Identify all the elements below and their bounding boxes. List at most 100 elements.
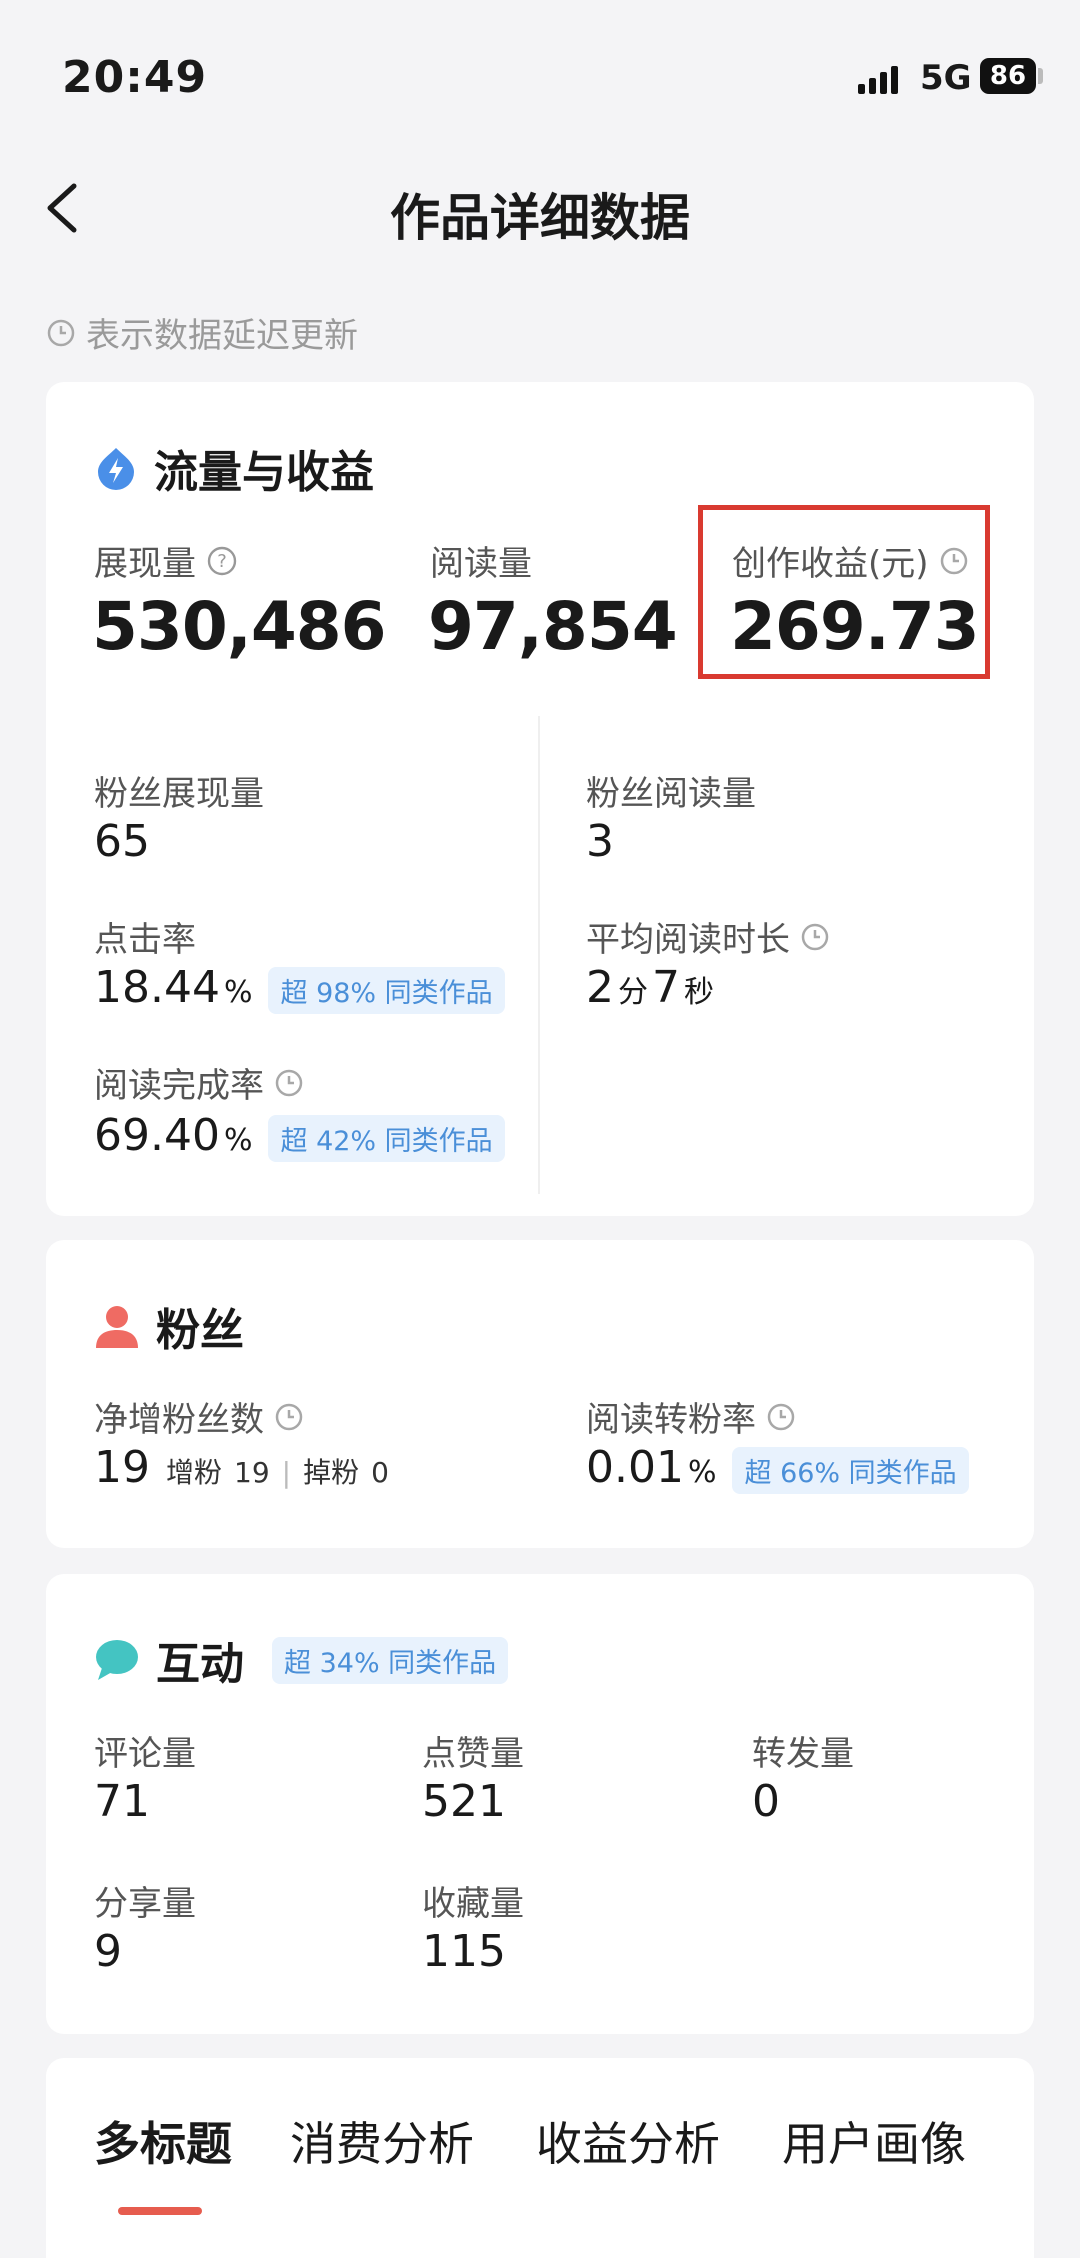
ctr-label-text: 点击率 bbox=[94, 920, 196, 960]
net-gain-label: 净增粉丝数 bbox=[94, 1392, 304, 1441]
tab-user-profile[interactable]: 用户画像 bbox=[782, 2108, 966, 2174]
reads-label-text: 阅读量 bbox=[430, 544, 532, 584]
favorites-value: 115 bbox=[422, 1926, 506, 1977]
svg-text:?: ? bbox=[217, 551, 227, 572]
active-tab-indicator bbox=[118, 2207, 202, 2215]
fan-reads-label: 粉丝阅读量 bbox=[586, 766, 756, 815]
avg-read-label: 平均阅读时长 bbox=[586, 912, 830, 961]
conversion-unit: % bbox=[687, 1455, 717, 1490]
completion-badge: 超 42% 同类作品 bbox=[268, 1115, 505, 1162]
traffic-section-title: 流量与收益 bbox=[94, 436, 374, 500]
completion-unit: % bbox=[223, 1123, 253, 1158]
shares-value: 9 bbox=[94, 1926, 122, 1977]
shares-label: 分享量 bbox=[94, 1876, 196, 1925]
completion-number: 69.40 bbox=[94, 1110, 220, 1161]
ctr-value: 18.44% 超 98% 同类作品 bbox=[94, 962, 505, 1014]
battery-level: 86 bbox=[989, 61, 1027, 91]
lightning-icon bbox=[98, 448, 134, 490]
avg-read-value: 2分7秒 bbox=[586, 962, 714, 1013]
conversion-label: 阅读转粉率 bbox=[586, 1392, 796, 1441]
completion-label-text: 阅读完成率 bbox=[94, 1066, 264, 1106]
page-title: 作品详细数据 bbox=[390, 189, 690, 247]
ctr-unit: % bbox=[223, 975, 253, 1010]
tab-multi-title[interactable]: 多标题 bbox=[94, 2108, 232, 2174]
delay-note-text: 表示数据延迟更新 bbox=[86, 316, 358, 356]
impressions-label-text: 展现量 bbox=[94, 544, 196, 584]
column-divider bbox=[538, 716, 540, 1194]
net-gain-value: 19 增粉 19 | 掉粉 0 bbox=[94, 1442, 389, 1493]
reposts-value: 0 bbox=[752, 1776, 780, 1827]
clock-icon bbox=[767, 1403, 795, 1430]
delay-note: 表示数据延迟更新 bbox=[46, 308, 358, 357]
back-button[interactable] bbox=[38, 178, 98, 238]
fan-reads-value: 3 bbox=[586, 816, 614, 867]
likes-label-text: 点赞量 bbox=[422, 1734, 524, 1774]
fans-section-title: 粉丝 bbox=[94, 1294, 244, 1358]
net-gain-number: 19 bbox=[94, 1442, 150, 1493]
comments-number: 71 bbox=[94, 1776, 150, 1827]
fan-impressions-value: 65 bbox=[94, 816, 150, 867]
loss-value: 0 bbox=[371, 1456, 389, 1489]
reposts-label-text: 转发量 bbox=[752, 1734, 854, 1774]
fans-title-text: 粉丝 bbox=[156, 1305, 244, 1356]
tab-consumption-analysis[interactable]: 消费分析 bbox=[290, 2108, 474, 2174]
reads-label: 阅读量 bbox=[430, 536, 532, 585]
completion-value: 69.40% 超 42% 同类作品 bbox=[94, 1110, 505, 1162]
status-time: 20:49 bbox=[62, 52, 208, 103]
clock-icon bbox=[275, 1403, 303, 1430]
avg-read-label-text: 平均阅读时长 bbox=[586, 920, 790, 960]
gain-loss-separator: | bbox=[281, 1456, 292, 1489]
reposts-label: 转发量 bbox=[752, 1726, 854, 1775]
battery-icon: 86 bbox=[980, 58, 1036, 94]
completion-label: 阅读完成率 bbox=[94, 1058, 304, 1107]
interaction-badge: 超 34% 同类作品 bbox=[272, 1636, 509, 1684]
gain-value: 19 bbox=[234, 1456, 270, 1489]
avg-read-seconds: 7 bbox=[652, 962, 680, 1013]
clock-icon bbox=[47, 319, 75, 346]
clock-icon bbox=[801, 923, 829, 950]
fan-reads-number: 3 bbox=[586, 816, 614, 867]
likes-number: 521 bbox=[422, 1776, 506, 1827]
tab-earnings-analysis[interactable]: 收益分析 bbox=[536, 2108, 720, 2174]
reads-value: 97,854 bbox=[428, 588, 678, 665]
avg-read-sec-unit: 秒 bbox=[684, 975, 714, 1010]
traffic-title-text: 流量与收益 bbox=[154, 447, 374, 498]
shares-label-text: 分享量 bbox=[94, 1884, 196, 1924]
ctr-label: 点击率 bbox=[94, 912, 196, 961]
conversion-badge: 超 66% 同类作品 bbox=[732, 1447, 969, 1494]
impressions-value: 530,486 bbox=[92, 588, 387, 665]
avg-read-minutes: 2 bbox=[586, 962, 614, 1013]
earnings-highlight-box bbox=[698, 505, 990, 679]
comments-label-text: 评论量 bbox=[94, 1734, 196, 1774]
likes-label: 点赞量 bbox=[422, 1726, 524, 1775]
favorites-label: 收藏量 bbox=[422, 1876, 524, 1925]
interaction-section-title: 互动 超 34% 同类作品 bbox=[94, 1628, 509, 1692]
conversion-label-text: 阅读转粉率 bbox=[586, 1400, 756, 1440]
fan-reads-label-text: 粉丝阅读量 bbox=[586, 774, 756, 814]
fan-impressions-label-text: 粉丝展现量 bbox=[94, 774, 264, 814]
interaction-title-text: 互动 bbox=[156, 1639, 244, 1690]
conversion-value: 0.01% 超 66% 同类作品 bbox=[586, 1442, 969, 1494]
conversion-number: 0.01 bbox=[586, 1442, 684, 1493]
gain-label: 增粉 bbox=[166, 1456, 223, 1489]
likes-value: 521 bbox=[422, 1776, 506, 1827]
clock-icon bbox=[275, 1069, 303, 1096]
chat-bubble-icon bbox=[96, 1640, 138, 1680]
help-icon[interactable]: ? bbox=[206, 545, 238, 577]
shares-number: 9 bbox=[94, 1926, 122, 1977]
ctr-badge: 超 98% 同类作品 bbox=[268, 967, 505, 1014]
reposts-number: 0 bbox=[752, 1776, 780, 1827]
chevron-left-icon bbox=[47, 183, 77, 233]
comments-label: 评论量 bbox=[94, 1726, 196, 1775]
network-type: 5G bbox=[920, 58, 972, 98]
user-icon bbox=[96, 1306, 138, 1348]
battery-tip bbox=[1038, 68, 1043, 84]
ctr-number: 18.44 bbox=[94, 962, 220, 1013]
impressions-label: 展现量 ? bbox=[94, 536, 238, 585]
comments-value: 71 bbox=[94, 1776, 150, 1827]
avg-read-min-unit: 分 bbox=[618, 975, 648, 1010]
signal-icon bbox=[858, 62, 906, 94]
loss-label: 掉粉 bbox=[303, 1456, 360, 1489]
fan-impressions-number: 65 bbox=[94, 816, 150, 867]
favorites-number: 115 bbox=[422, 1926, 506, 1977]
